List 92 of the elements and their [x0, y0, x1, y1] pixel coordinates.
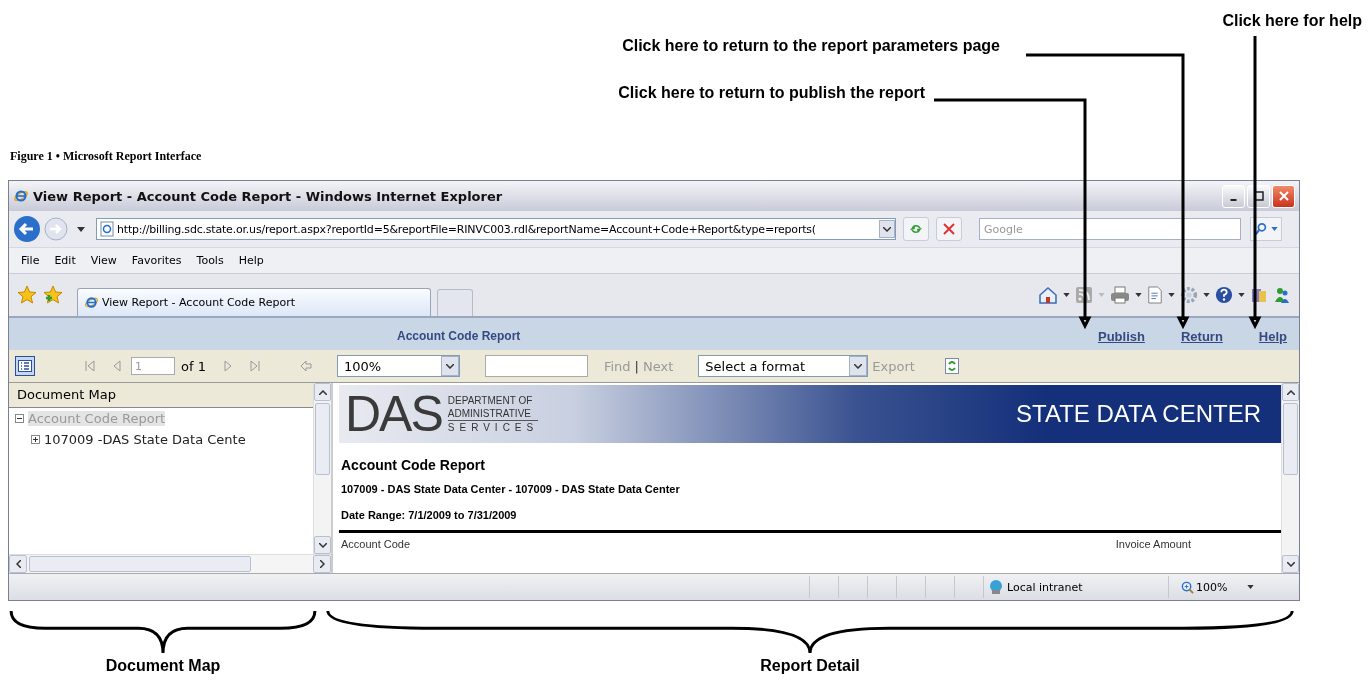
- scroll-up-icon: [1286, 389, 1295, 395]
- export-format-dropdown[interactable]: Select a format: [698, 355, 869, 377]
- address-dropdown-button[interactable]: [879, 220, 895, 238]
- security-zone: Local intranet: [983, 576, 1168, 598]
- zoom-icon: [1181, 580, 1194, 594]
- menu-item[interactable]: Help: [238, 254, 264, 267]
- back-to-parent-icon[interactable]: [299, 360, 312, 372]
- research-icon[interactable]: [1250, 286, 1268, 304]
- caret-icon: [1247, 585, 1255, 589]
- header-link[interactable]: Help: [1258, 328, 1287, 344]
- expand-icon[interactable]: [31, 435, 40, 444]
- printer-icon[interactable]: [1110, 286, 1130, 304]
- menu-item[interactable]: Favorites: [131, 254, 182, 267]
- close-icon: [943, 223, 955, 235]
- minimize-icon: [1230, 199, 1237, 201]
- scroll-down-icon: [318, 542, 327, 548]
- scroll-down-icon: [1286, 561, 1295, 567]
- logo-text: DAS: [344, 389, 442, 439]
- tree-item[interactable]: 107009 -DAS State Data Cente: [44, 432, 246, 447]
- minimize-button[interactable]: [1222, 184, 1245, 208]
- close-button[interactable]: [1272, 184, 1295, 208]
- dropdown-arrow-icon[interactable]: [1203, 293, 1210, 297]
- brace-label: Report Detail: [760, 657, 860, 675]
- vertical-scrollbar[interactable]: [1281, 383, 1299, 573]
- banner-title: STATE DATA CENTER: [1016, 400, 1262, 428]
- add-star-icon[interactable]: [43, 285, 63, 305]
- caret-icon: [1271, 227, 1278, 231]
- search-icon: [1254, 222, 1268, 236]
- scroll-up-icon: [318, 389, 327, 395]
- maximize-button[interactable]: [1247, 184, 1270, 208]
- scroll-left-icon: [15, 560, 21, 568]
- page-menu-icon[interactable]: [1147, 286, 1163, 304]
- next-page-icon[interactable]: [223, 360, 232, 372]
- dropdown-arrow-icon[interactable]: [1135, 293, 1142, 297]
- window-title: View Report - Account Code Report - Windows Internet Explorer: [33, 188, 503, 204]
- menu-item[interactable]: View: [90, 254, 117, 267]
- department-text: ADMINISTRATIVE: [447, 407, 532, 420]
- report-heading: Account Code Report: [340, 456, 486, 473]
- menu-item[interactable]: Edit: [54, 254, 76, 267]
- menu-item[interactable]: Tools: [196, 254, 224, 267]
- date-range: Date Range: 7/1/2009 to 7/31/2009: [340, 508, 518, 523]
- brace-label: Document Map: [105, 657, 221, 675]
- department-text: SERVICES: [447, 420, 539, 434]
- document-map-toggle-button[interactable]: [15, 356, 35, 376]
- callout-text: Click here for help: [1222, 12, 1362, 30]
- back-button[interactable]: [13, 215, 41, 243]
- refresh-button[interactable]: [903, 217, 929, 241]
- browser-tab[interactable]: View Report - Account Code Report: [77, 288, 431, 316]
- report-title: Account Code Report: [396, 329, 521, 343]
- previous-page-icon[interactable]: [113, 360, 121, 372]
- close-icon: [1278, 191, 1289, 201]
- vertical-scrollbar[interactable]: [313, 383, 331, 554]
- browser-logo-icon: [13, 188, 29, 204]
- callout-text: Click here to return to publish the report: [618, 84, 925, 102]
- star-icon[interactable]: [17, 285, 37, 305]
- column-header: Account Code: [341, 538, 411, 550]
- report-subheading: 107009 - DAS State Data Center - 107009 - DAS State Data Center: [340, 482, 681, 495]
- caret-icon: [854, 363, 863, 369]
- collapse-icon[interactable]: [15, 414, 24, 423]
- dropdown-arrow-icon[interactable]: [1063, 293, 1070, 297]
- people-icon[interactable]: [1273, 286, 1291, 304]
- zoom-dropdown[interactable]: 100%: [336, 355, 460, 377]
- stop-button[interactable]: [936, 217, 962, 241]
- zoom-level[interactable]: 100%: [1168, 576, 1276, 598]
- page-icon: [100, 221, 114, 237]
- dropdown-arrow-icon[interactable]: [1168, 293, 1175, 297]
- column-header: Invoice Amount: [1115, 538, 1191, 550]
- callout-text: Click here to return to the report parameters page: [622, 37, 1000, 55]
- caret-icon: [445, 363, 454, 369]
- document-map-header: Document Map: [9, 383, 313, 408]
- header-link[interactable]: Return: [1180, 328, 1223, 344]
- help-icon[interactable]: [1215, 286, 1233, 304]
- refresh-icon[interactable]: [944, 358, 959, 374]
- dropdown-arrow-icon[interactable]: [77, 226, 85, 232]
- menu-item[interactable]: File: [21, 254, 40, 267]
- first-page-icon[interactable]: [85, 360, 95, 372]
- header-link[interactable]: Publish: [1098, 328, 1145, 344]
- figure-caption: Figure 1 • Microsoft Report Interface: [10, 149, 202, 164]
- horizontal-scrollbar[interactable]: [9, 554, 331, 573]
- page-count: of 1: [181, 358, 206, 374]
- department-text: DEPARTMENT OF: [447, 394, 534, 407]
- scroll-right-icon: [319, 560, 325, 568]
- separator-text: |: [634, 358, 639, 374]
- address-field[interactable]: http://billing.sdc.state.or.us/report.aspx?reportId=5&reportFile=RINVC003.rdl&reportName=Account+Code+Report&type=reports(: [96, 218, 896, 240]
- last-page-icon[interactable]: [249, 360, 260, 372]
- dropdown-arrow-icon[interactable]: [1238, 293, 1245, 297]
- caret-icon: [883, 226, 891, 232]
- find-field[interactable]: [484, 355, 588, 377]
- search-field[interactable]: Google: [979, 218, 1241, 240]
- home-icon[interactable]: [1038, 285, 1058, 305]
- browser-logo-icon: [84, 295, 99, 310]
- gear-icon[interactable]: [1180, 286, 1198, 304]
